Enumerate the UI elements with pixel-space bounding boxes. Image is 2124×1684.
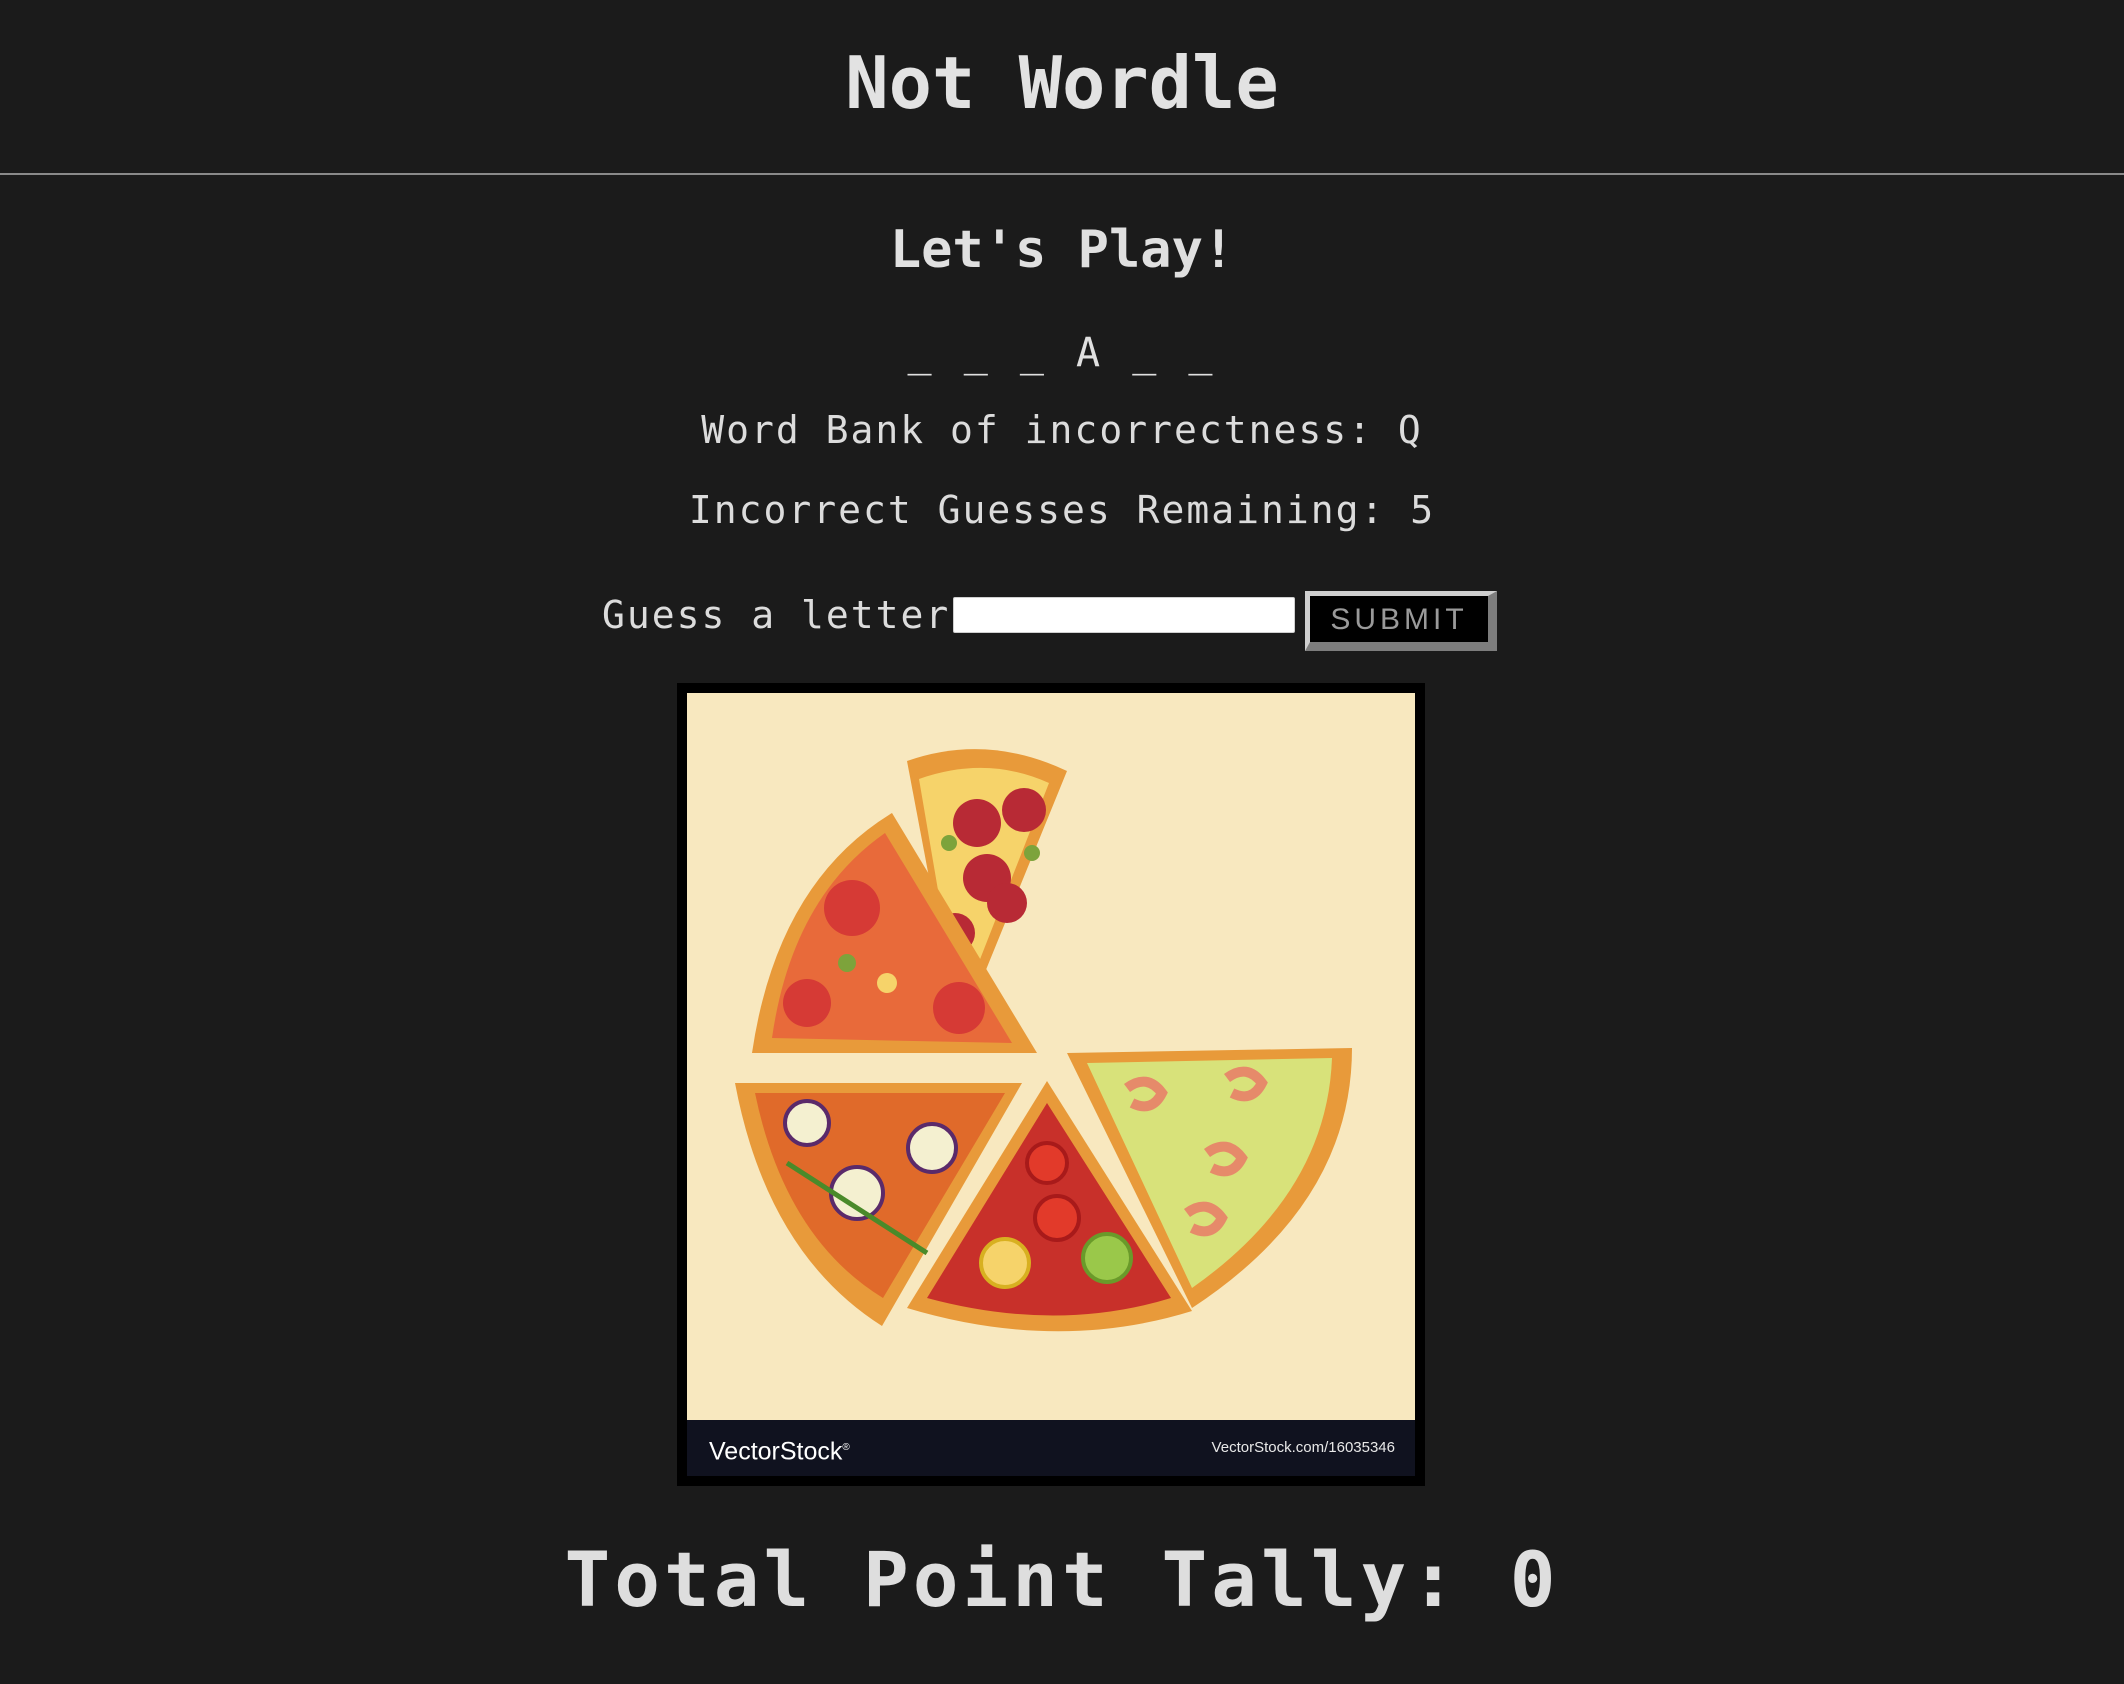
header: Not Wordle — [0, 0, 2124, 175]
pizza-image: VectorStock® VectorStock.com/16035346 — [687, 693, 1415, 1476]
word-bank: Word Bank of incorrectness: Q — [701, 408, 1423, 452]
pizza-illustration — [687, 693, 1415, 1420]
guess-input[interactable] — [953, 597, 1295, 633]
word-display: _ _ _ A _ _ — [907, 330, 1217, 376]
guess-label: Guess a letter: — [602, 593, 976, 637]
watermark-bar: VectorStock® VectorStock.com/16035346 — [687, 1420, 1415, 1476]
vectorstock-source: VectorStock.com/16035346 — [1211, 1439, 1395, 1456]
guesses-remaining: Incorrect Guesses Remaining: 5 — [688, 488, 1436, 532]
vectorstock-logo: VectorStock® — [709, 1437, 850, 1466]
game-subtitle: Let's Play! — [889, 220, 1235, 280]
pizza-image-frame: VectorStock® VectorStock.com/16035346 — [677, 683, 1425, 1486]
guess-form: Guess a letter: SUBMIT — [0, 585, 2124, 665]
site-title: Not Wordle — [845, 41, 1279, 125]
point-tally: Total Point Tally: 0 — [564, 1535, 1560, 1624]
submit-button[interactable]: SUBMIT — [1305, 591, 1497, 651]
